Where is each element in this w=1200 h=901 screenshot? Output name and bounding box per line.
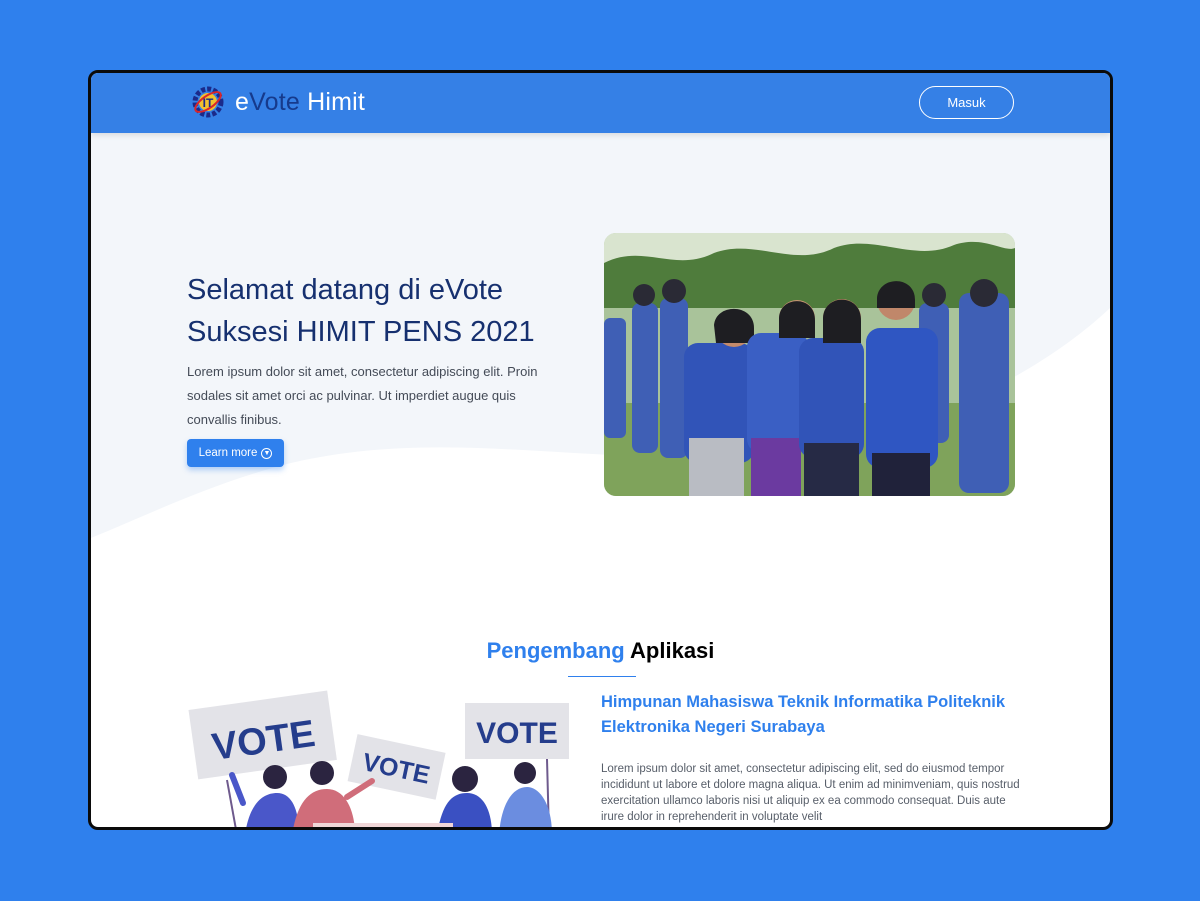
arrow-down-circle-icon: ▼ bbox=[261, 447, 273, 459]
hero-title: Selamat datang di eVote Suksesi HIMIT PE… bbox=[187, 274, 535, 348]
learn-more-label: Learn more bbox=[198, 447, 258, 459]
browser-frame: IT eVote Himit Masuk Selamat datang di e… bbox=[88, 70, 1113, 830]
svg-text:IT: IT bbox=[203, 96, 214, 110]
vote-illustration: VOTE VOTE VOTE bbox=[188, 690, 569, 827]
section-divider bbox=[568, 676, 636, 677]
brand[interactable]: IT eVote Himit bbox=[191, 83, 365, 121]
learn-more-button[interactable]: Learn more ▼ bbox=[187, 439, 284, 467]
section-title-accent: Pengembang bbox=[486, 638, 625, 663]
developer-section-title: Pengembang Aplikasi bbox=[91, 638, 1110, 664]
login-button[interactable]: Masuk bbox=[919, 86, 1014, 119]
hero-photo bbox=[604, 233, 1015, 496]
vote-sign-3: VOTE bbox=[476, 717, 558, 750]
brand-accent: Vote bbox=[249, 87, 300, 116]
navbar: IT eVote Himit Masuk bbox=[91, 73, 1110, 133]
brand-suffix: Himit bbox=[299, 87, 366, 116]
hero-description: Lorem ipsum dolor sit amet, consectetur … bbox=[187, 364, 538, 427]
organization-description: Lorem ipsum dolor sit amet, consectetur … bbox=[601, 763, 1020, 823]
brand-prefix: e bbox=[235, 87, 250, 116]
section-title-rest: Aplikasi bbox=[630, 638, 715, 663]
himit-logo-icon: IT bbox=[192, 86, 224, 118]
brand-name: eVote Himit bbox=[235, 88, 365, 117]
organization-name: Himpunan Mahasiswa Teknik Informatika Po… bbox=[601, 693, 1006, 736]
